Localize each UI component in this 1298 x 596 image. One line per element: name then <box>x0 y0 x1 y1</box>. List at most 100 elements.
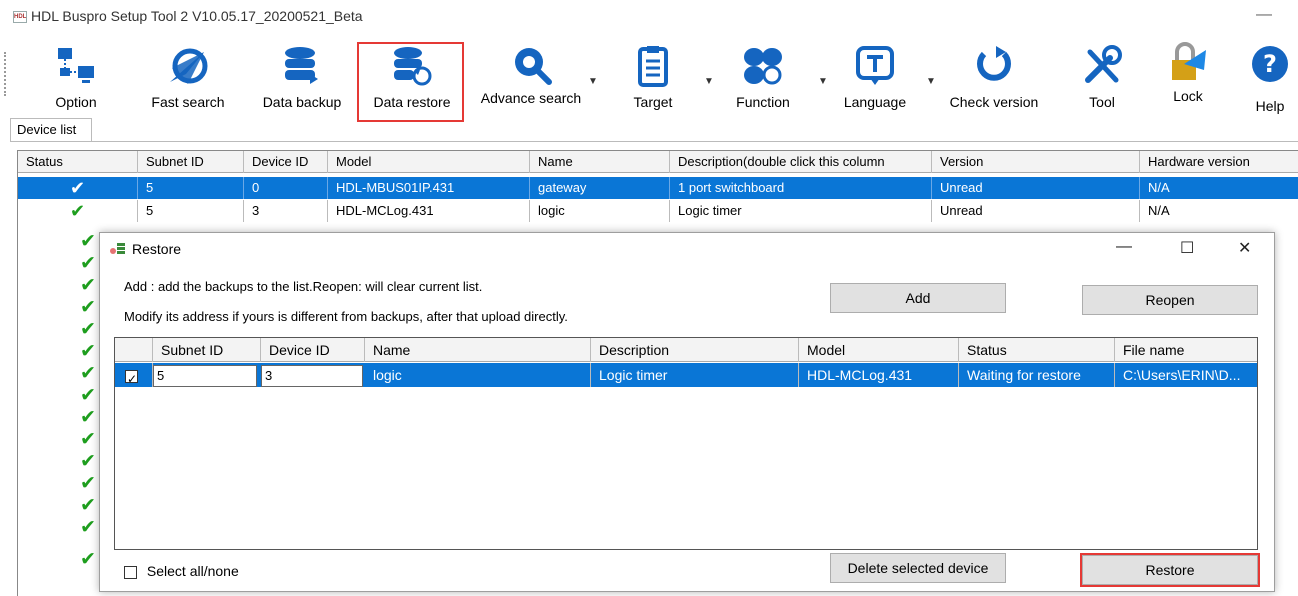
instruction-line-2: Modify its address if yours is different… <box>124 309 568 324</box>
restore-list-grid[interactable]: Subnet ID Device ID Name Description Mod… <box>114 337 1258 550</box>
column-header-hardware-version[interactable]: Hardware version <box>1140 151 1298 173</box>
row-select-cell <box>115 363 153 387</box>
target-button[interactable]: Target <box>626 44 680 114</box>
tool-button[interactable]: Tool <box>1080 44 1124 114</box>
reopen-button[interactable]: Reopen <box>1082 285 1258 315</box>
function-label: Function <box>736 94 790 110</box>
select-all-box[interactable] <box>124 565 137 579</box>
hardware-version-cell: N/A <box>1148 203 1170 218</box>
help-button[interactable]: ? Help <box>1248 44 1292 114</box>
column-header-name[interactable]: Name <box>530 151 670 173</box>
device-id-input[interactable]: 3 <box>261 365 363 387</box>
fast-search-button[interactable]: Fast search <box>148 44 228 114</box>
column-header-status[interactable]: Status <box>959 338 1115 362</box>
check-icon: ✔ <box>80 231 96 252</box>
check-icon: ✔ <box>80 473 96 494</box>
description-cell[interactable]: Logic timer <box>670 200 932 222</box>
column-header-file-name[interactable]: File name <box>1115 338 1257 362</box>
device-row[interactable]: ✔ 5 3 HDL-MCLog.431 logic Logic timer Un… <box>18 200 1298 222</box>
name-cell: logic <box>365 363 591 387</box>
app-icon: HDL <box>13 11 27 23</box>
model-cell: HDL-MCLog.431 <box>328 200 530 222</box>
help-label: Help <box>1255 98 1285 114</box>
column-header-version[interactable]: Version <box>932 151 1140 173</box>
row-checkbox[interactable] <box>125 367 138 387</box>
status-cell: Waiting for restore <box>959 363 1115 387</box>
version-cell: Unread <box>932 200 1140 222</box>
select-all-label: Select all/none <box>146 563 239 579</box>
toolbar: Option Fast search Data backup Data rest… <box>0 36 1298 122</box>
restore-row[interactable]: 5 3 logic Logic timer HDL-MCLog.431 Wait… <box>115 363 1257 387</box>
tab-device-list[interactable]: Device list <box>10 118 92 142</box>
lock-button[interactable]: Lock <box>1166 40 1210 110</box>
function-dropdown-arrow[interactable]: ▼ <box>818 76 828 87</box>
column-header-device-id[interactable]: Device ID <box>261 338 365 362</box>
target-label: Target <box>633 94 673 110</box>
dialog-maximize-button[interactable]: ☐ <box>1180 238 1194 258</box>
data-restore-highlight <box>357 42 464 122</box>
subnet-id-input[interactable]: 5 <box>153 365 257 387</box>
check-icon: ✔ <box>80 429 96 450</box>
advance-search-label: Advance search <box>480 90 582 106</box>
check-icon: ✔ <box>80 341 96 362</box>
check-version-button[interactable]: Check version <box>944 44 1044 114</box>
column-header-status[interactable]: Status <box>18 151 138 173</box>
delete-selected-device-button[interactable]: Delete selected device <box>830 553 1006 583</box>
column-header-model[interactable]: Model <box>799 338 959 362</box>
cluster-icon <box>744 48 782 85</box>
language-button[interactable]: Language <box>838 44 912 114</box>
column-header-subnet-id[interactable]: Subnet ID <box>138 151 244 173</box>
subnet-id-cell: 5 <box>138 200 244 222</box>
lock-icon <box>1172 42 1206 80</box>
minimize-window-button[interactable]: — <box>1256 6 1272 24</box>
language-label: Language <box>843 94 907 110</box>
target-dropdown-arrow[interactable]: ▼ <box>704 76 714 87</box>
fast-search-label: Fast search <box>151 94 225 110</box>
dialog-minimize-button[interactable]: — <box>1116 238 1132 256</box>
check-icon: ✔ <box>80 407 96 428</box>
advance-search-button[interactable]: Advance search <box>476 44 586 114</box>
check-icon: ✔ <box>80 319 96 340</box>
column-header-description[interactable]: Description <box>591 338 799 362</box>
data-backup-button[interactable]: Data backup <box>258 44 346 114</box>
add-button[interactable]: Add <box>830 283 1006 313</box>
clipboard-icon <box>638 46 668 87</box>
hardware-version-cell: N/A <box>1148 180 1170 195</box>
description-cell: Logic timer <box>591 363 799 387</box>
column-header-subnet-id[interactable]: Subnet ID <box>153 338 261 362</box>
check-icon: ✔ <box>69 178 86 198</box>
check-icon: ✔ <box>80 495 96 516</box>
restore-button-highlight <box>1080 553 1260 587</box>
title-bar: HDL HDL Buspro Setup Tool 2 V10.05.17_20… <box>0 0 1298 36</box>
wrench-icon <box>1085 45 1122 83</box>
name-cell: gateway <box>530 177 670 199</box>
function-button[interactable]: Function <box>728 44 798 114</box>
check-icon: ✔ <box>80 297 96 318</box>
device-row[interactable]: ✔ 5 0 HDL-MBUS01IP.431 gateway 1 port sw… <box>18 177 1298 199</box>
restore-dialog: Restore — ☐ ✕ Add : add the backups to t… <box>99 232 1275 592</box>
status-cell: ✔ <box>18 177 138 199</box>
subnet-id-cell: 5 <box>138 177 244 199</box>
check-icon: ✔ <box>69 201 86 221</box>
check-icon: ✔ <box>80 275 96 296</box>
language-dropdown-arrow[interactable]: ▼ <box>926 76 936 87</box>
advance-search-dropdown-arrow[interactable]: ▼ <box>588 76 598 87</box>
network-icon <box>58 48 94 83</box>
tab-divider <box>10 141 1298 142</box>
option-label: Option <box>55 94 97 110</box>
toolbar-grip[interactable] <box>4 52 7 96</box>
column-header-name[interactable]: Name <box>365 338 591 362</box>
check-icon: ✔ <box>80 363 96 384</box>
device-id-cell: 3 <box>244 200 328 222</box>
option-button[interactable]: Option <box>52 44 100 114</box>
check-icon: ✔ <box>80 253 96 274</box>
column-header-device-id[interactable]: Device ID <box>244 151 328 173</box>
dialog-close-button[interactable]: ✕ <box>1238 238 1251 258</box>
check-icon: ✔ <box>80 451 96 472</box>
restore-dialog-title-bar[interactable]: Restore — ☐ ✕ <box>100 233 1274 265</box>
check-icon: ✔ <box>80 517 96 538</box>
description-cell[interactable]: 1 port switchboard <box>670 177 932 199</box>
select-all-checkbox[interactable]: Select all/none <box>124 563 239 579</box>
column-header-model[interactable]: Model <box>328 151 530 173</box>
column-header-description[interactable]: Description(double click this column <box>670 151 932 173</box>
